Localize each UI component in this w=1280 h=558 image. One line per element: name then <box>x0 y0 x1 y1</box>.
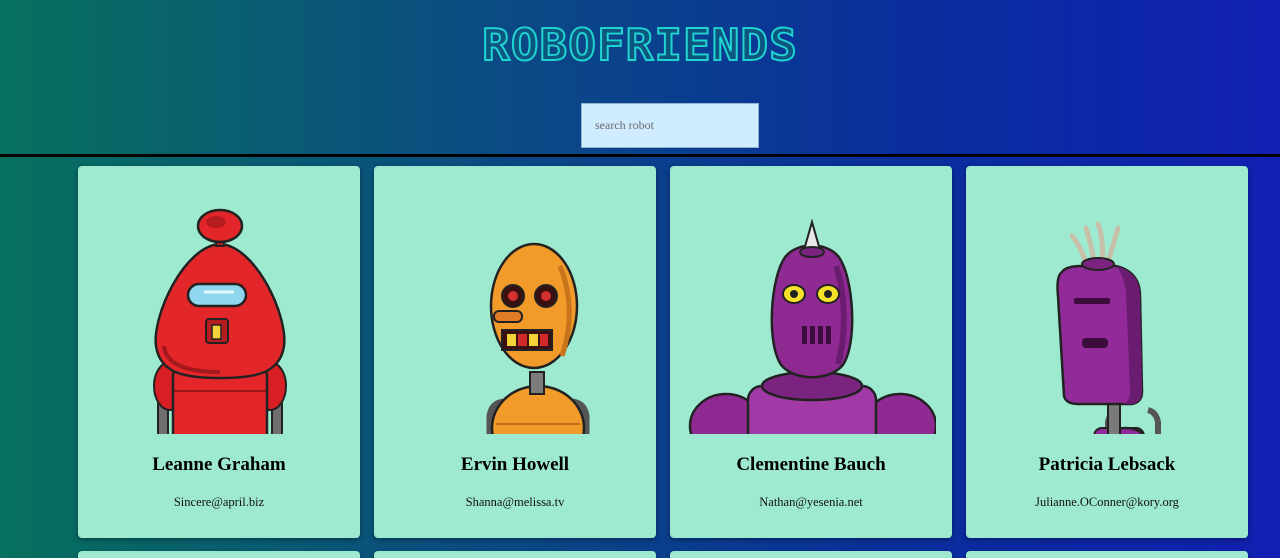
robot-card[interactable]: Patricia Lebsack Julianne.OConner@kory.o… <box>966 166 1248 538</box>
robot-avatar <box>390 206 640 434</box>
robot-card[interactable] <box>966 551 1248 558</box>
robot-email: Nathan@yesenia.net <box>759 495 863 509</box>
robot-card[interactable] <box>78 551 360 558</box>
robot-card[interactable] <box>374 551 656 558</box>
robot-avatar <box>686 206 936 434</box>
robot-email: Sincere@april.biz <box>173 495 265 509</box>
robot-card[interactable] <box>670 551 952 558</box>
robot-name: Clementine Bauch <box>736 454 886 475</box>
robot-avatar <box>94 206 344 434</box>
robot-card[interactable]: Leanne Graham Sincere@april.biz <box>78 166 360 538</box>
robot-avatar <box>982 206 1232 434</box>
robot-name: Leanne Graham <box>152 454 286 475</box>
robot-card[interactable]: Ervin Howell Shanna@melissa.tv <box>374 166 656 538</box>
robot-name: Ervin Howell <box>460 454 570 475</box>
robot-card[interactable]: Clementine Bauch Nathan@yesenia.net <box>670 166 952 538</box>
robot-card-list: Leanne Graham Sincere@april.biz Ervin Ho… <box>0 0 1280 558</box>
robot-email: Julianne.OConner@kory.org <box>1035 495 1179 509</box>
robot-email: Shanna@melissa.tv <box>465 495 565 509</box>
robot-name: Patricia Lebsack <box>1038 454 1176 475</box>
